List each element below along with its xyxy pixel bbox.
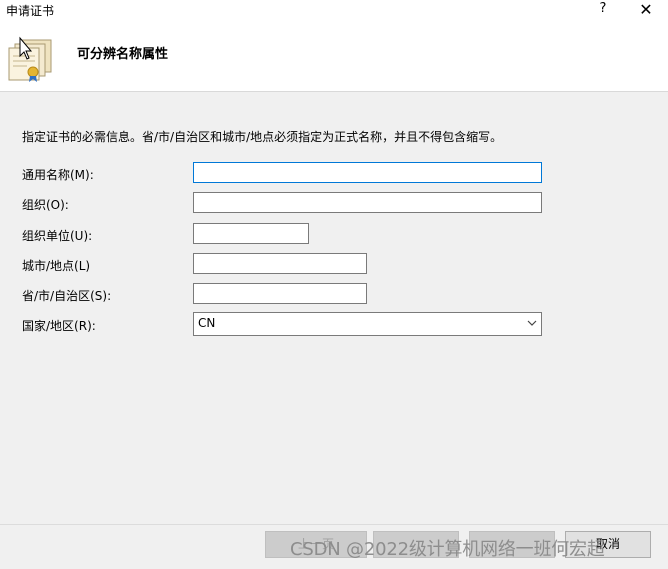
city-label: 城市/地点(L) [22, 259, 91, 273]
title-bar: 申请证书 ? ✕ [0, 0, 668, 20]
organization-label: 组织(O): [22, 198, 69, 212]
city-field[interactable] [193, 253, 367, 274]
organization-field[interactable] [193, 192, 542, 213]
wizard-header: 可分辨名称属性 [0, 20, 668, 92]
chevron-down-icon [527, 320, 537, 326]
instruction-text: 指定证书的必需信息。省/市/自治区和城市/地点必须指定为正式名称，并且不得包含缩… [22, 130, 503, 144]
state-label: 省/市/自治区(S): [22, 289, 112, 303]
common-name-field[interactable] [193, 162, 542, 183]
close-button[interactable]: ✕ [636, 0, 656, 19]
org-unit-field[interactable] [193, 223, 309, 244]
certificate-icon [8, 36, 52, 82]
state-field[interactable] [193, 283, 367, 304]
common-name-label: 通用名称(M): [22, 168, 94, 182]
org-unit-label: 组织单位(U): [22, 229, 93, 243]
country-label: 国家/地区(R): [22, 319, 96, 333]
page-title: 可分辨名称属性 [77, 47, 169, 62]
help-button[interactable]: ? [596, 1, 610, 17]
window-title: 申请证书 [6, 4, 55, 18]
country-select[interactable]: CN [193, 312, 542, 336]
watermark-text: CSDN @2022级计算机网络一班何宏超 [290, 539, 605, 560]
country-select-value: CN [198, 316, 216, 330]
